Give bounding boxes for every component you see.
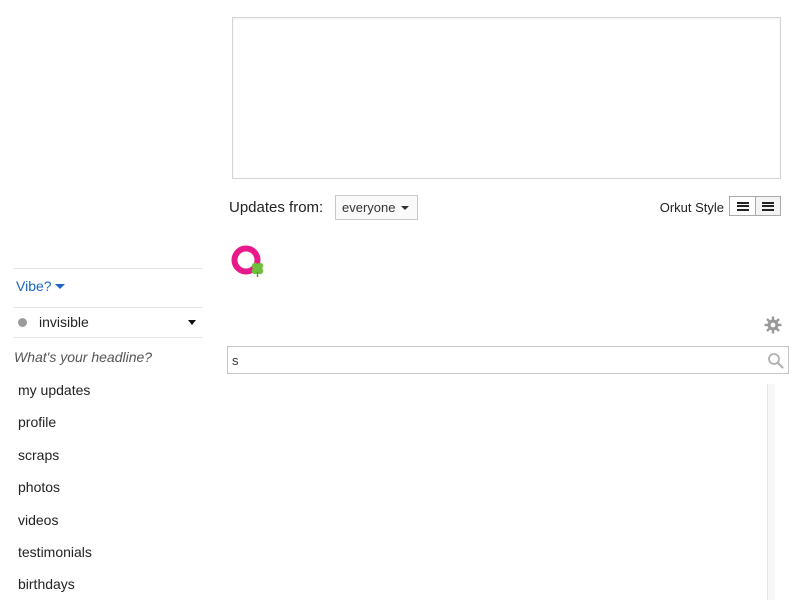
compact-list-icon [762,201,774,211]
sidebar-item-videos[interactable]: videos [18,511,92,543]
status-selector[interactable]: invisible [18,314,200,330]
list-icon [736,201,749,211]
vibe-label: Vibe? [16,278,52,294]
updates-filter-value: everyone [342,200,396,215]
sidebar-item-birthdays[interactable]: birthdays [18,575,92,600]
search-icon[interactable] [767,352,784,369]
search-input[interactable] [228,347,758,373]
chevron-down-icon [188,319,196,325]
sidebar-item-testimonials[interactable]: testimonials [18,543,92,575]
vibe-dropdown[interactable]: Vibe? [16,278,65,294]
sidebar-item-my-updates[interactable]: my updates [18,381,92,413]
chevron-down-icon [54,283,65,289]
sidebar-divider [14,307,202,308]
sidebar-item-photos[interactable]: photos [18,478,92,510]
list-view-button[interactable] [730,197,755,215]
sidebar-nav: my updates profile scraps photos videos … [18,381,92,600]
orkut-logo [231,245,264,277]
view-toggle [729,196,781,216]
updates-filter-select[interactable]: everyone [335,195,419,220]
sidebar-divider [14,268,202,269]
updates-toolbar: Updates from: everyone Orkut Style [229,195,783,221]
gear-icon[interactable] [764,316,782,334]
sidebar-item-scraps[interactable]: scraps [18,446,92,478]
chevron-down-icon [401,205,410,210]
compact-view-button[interactable] [755,197,780,215]
updates-from-label: Updates from: [229,199,324,216]
orkut-style-label: Orkut Style [659,200,724,215]
feed-scrollbar[interactable] [767,384,775,600]
sidebar-item-profile[interactable]: profile [18,413,92,445]
search-bar [227,346,789,374]
composer-textarea[interactable] [232,17,781,179]
headline-input[interactable]: What's your headline? [14,349,152,365]
sidebar-divider [14,337,202,338]
status-label: invisible [39,314,89,330]
status-dot-icon [18,317,27,327]
